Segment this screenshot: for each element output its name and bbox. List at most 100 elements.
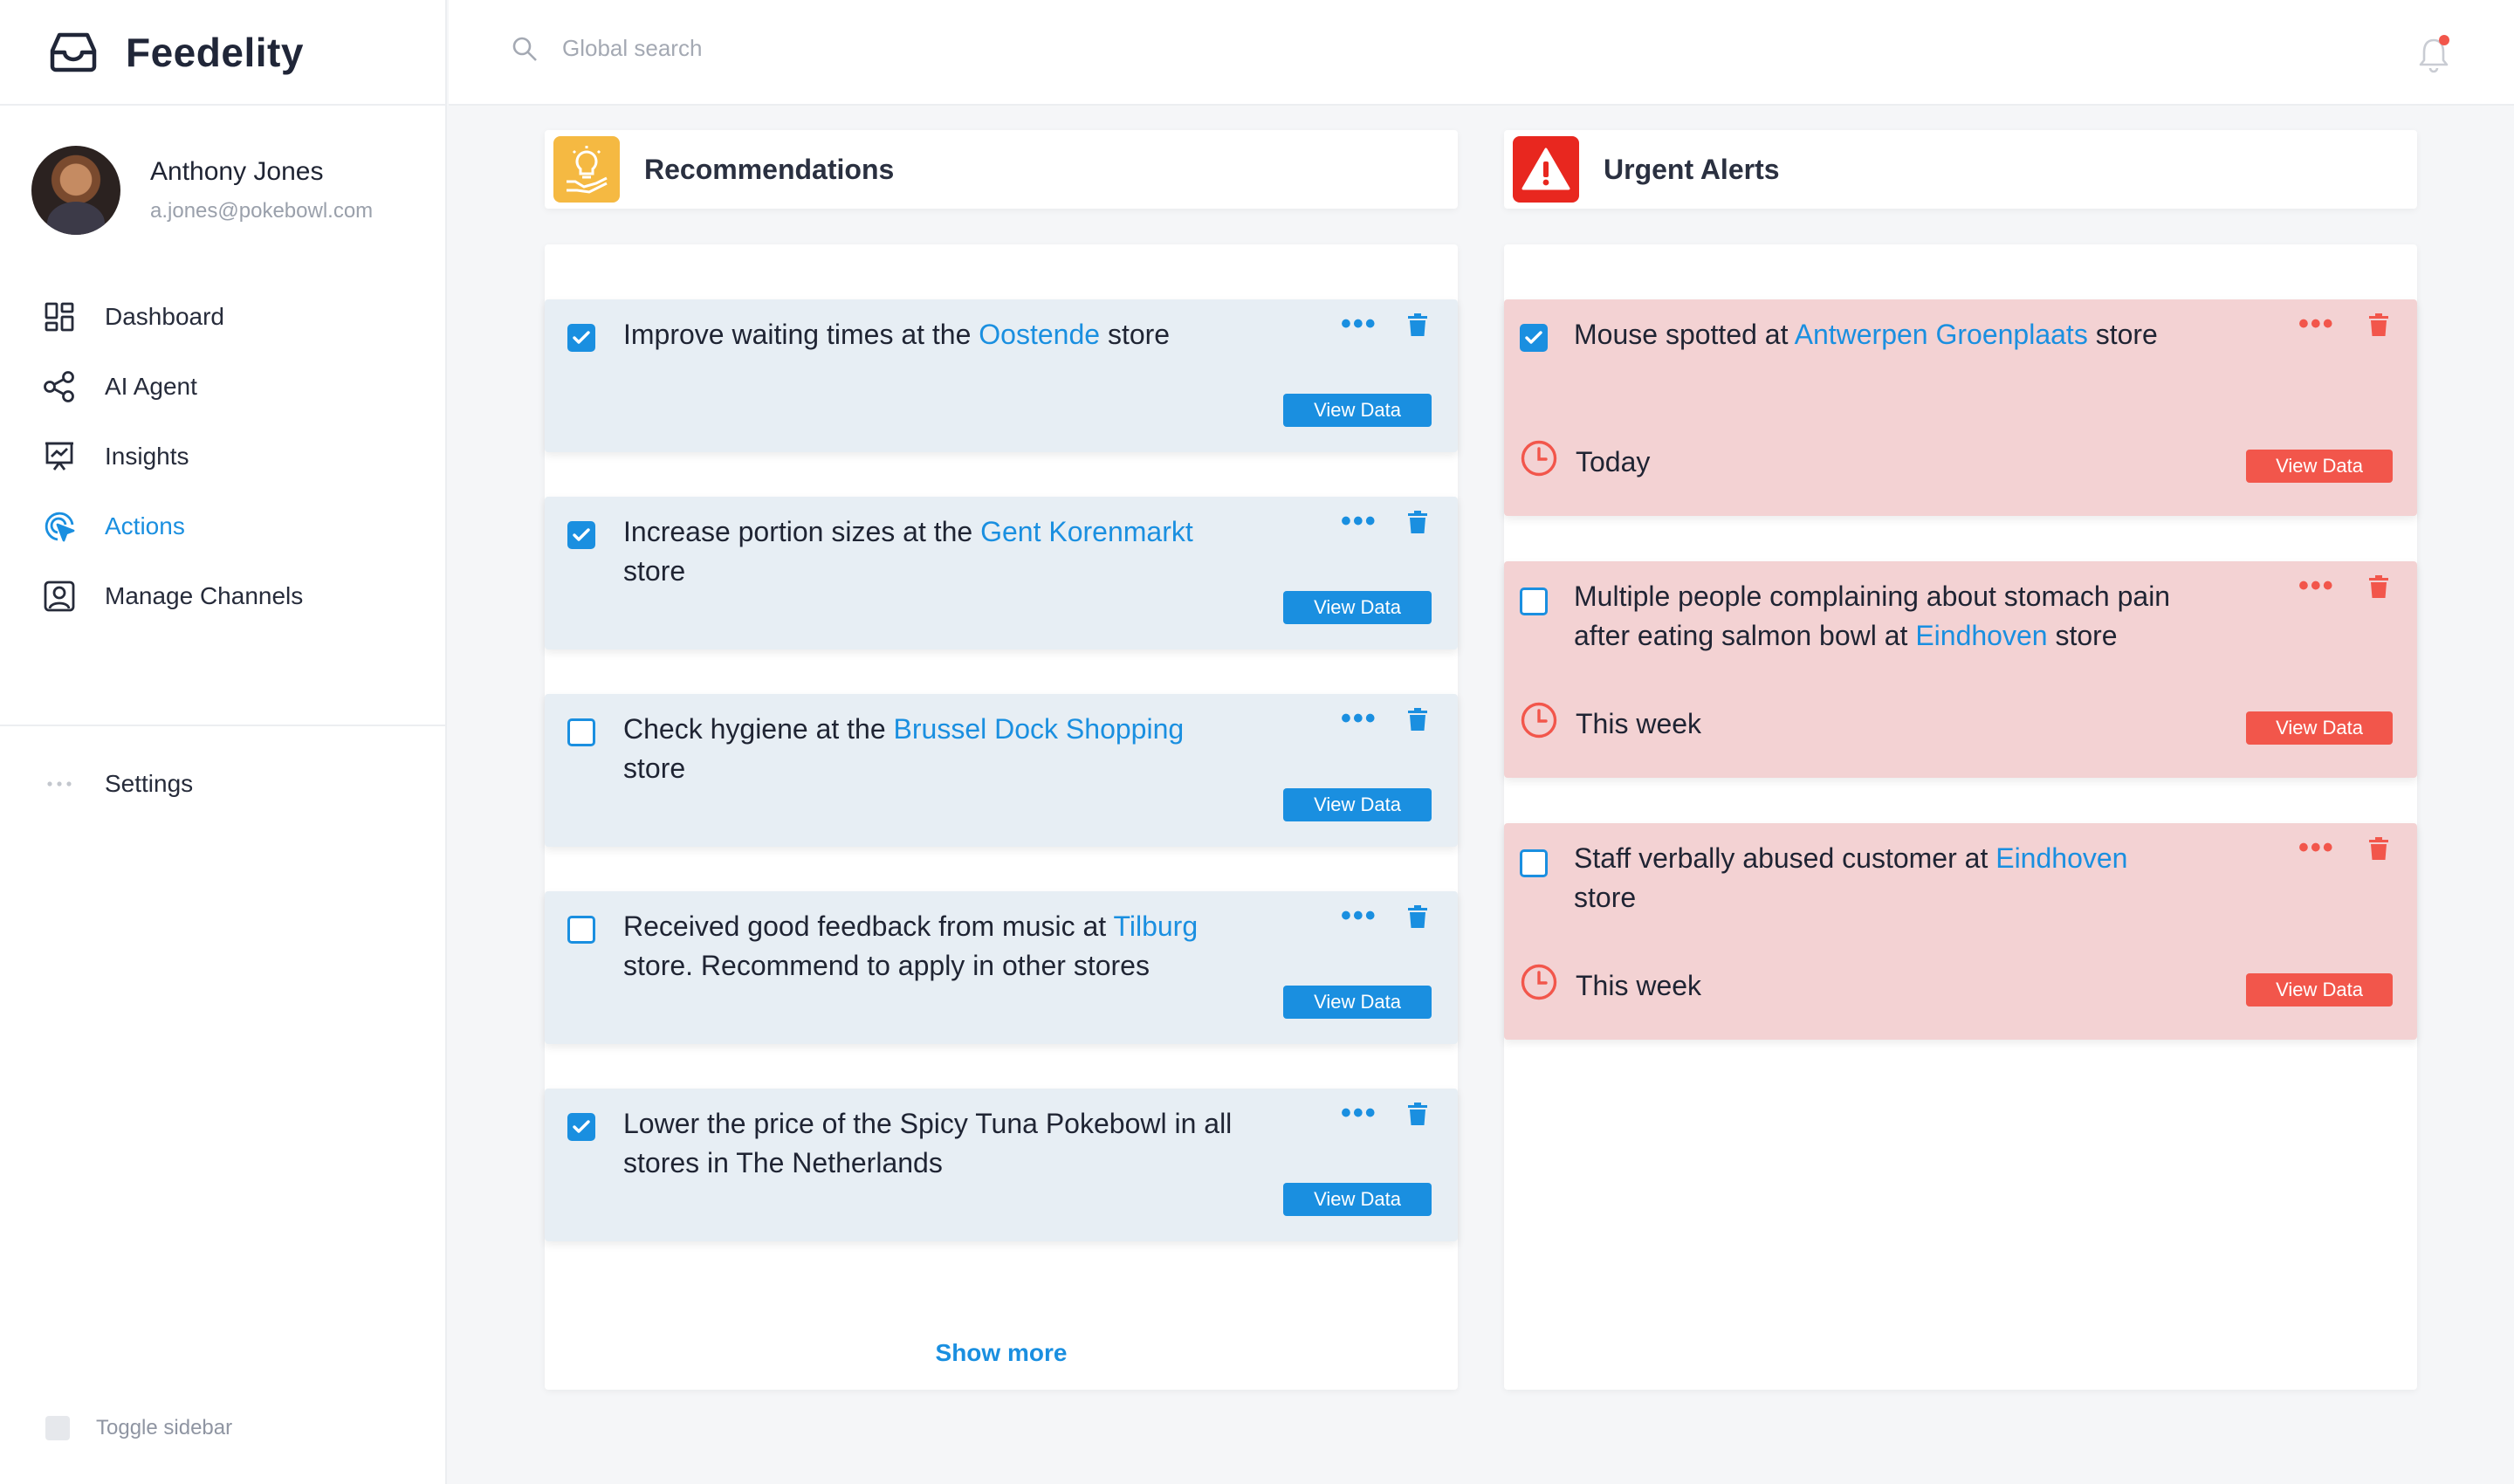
checkbox[interactable]: [567, 324, 595, 352]
alert-card[interactable]: Multiple people complaining about stomac…: [1504, 561, 2417, 778]
notification-bell-icon[interactable]: [2416, 33, 2455, 73]
store-link[interactable]: Tilburg: [1113, 910, 1198, 942]
alerts-header: Urgent Alerts: [1504, 130, 2417, 209]
card-text-post: store: [623, 555, 686, 587]
toggle-sidebar-button[interactable]: Toggle sidebar: [45, 1416, 232, 1440]
checkbox[interactable]: [567, 718, 595, 746]
view-data-button[interactable]: View Data: [1283, 591, 1432, 624]
view-data-button[interactable]: View Data: [1283, 788, 1432, 821]
avatar: [31, 146, 120, 235]
clock-icon: [1520, 701, 1576, 746]
checkbox[interactable]: [567, 916, 595, 944]
card-text-pre: Improve waiting times at the: [623, 319, 979, 350]
alerts-panel: Mouse spotted at Antwerpen Groenplaats s…: [1504, 244, 2417, 1390]
nav-item-insights[interactable]: Insights: [0, 422, 445, 491]
store-link[interactable]: Eindhoven: [1915, 620, 2047, 651]
view-data-button[interactable]: View Data: [1283, 394, 1432, 427]
alert-time-label: This week: [1576, 707, 1702, 739]
nav-item-ai-agent[interactable]: AI Agent: [0, 352, 445, 422]
store-link[interactable]: Brussel Dock Shopping: [894, 713, 1185, 745]
card-text-post: store. Recommend to apply in other store…: [623, 950, 1150, 981]
clock-icon: [1520, 963, 1576, 1008]
more-options-icon[interactable]: •••: [1341, 309, 1377, 339]
view-data-button[interactable]: View Data: [2246, 973, 2393, 1007]
card-text-post: store: [1100, 319, 1171, 350]
nav-item-dashboard[interactable]: Dashboard: [0, 282, 445, 352]
card-text-post: store: [623, 752, 686, 784]
more-options-icon[interactable]: •••: [1341, 1098, 1377, 1128]
cursor-target-icon: [42, 509, 77, 544]
share-nodes-icon: [42, 369, 77, 404]
view-data-button[interactable]: View Data: [2246, 450, 2393, 483]
more-options-icon[interactable]: •••: [1341, 704, 1377, 733]
checkbox[interactable]: [1520, 587, 1548, 615]
recommendation-text: Check hygiene at the Brussel Dock Shoppi…: [623, 710, 1252, 788]
alert-time: This week: [1520, 701, 1701, 746]
user-profile[interactable]: Anthony Jones a.jones@pokebowl.com: [0, 106, 445, 235]
inbox-icon: [50, 32, 97, 72]
view-data-button[interactable]: View Data: [1283, 986, 1432, 1019]
checkbox[interactable]: [567, 521, 595, 549]
app-name: Feedelity: [126, 29, 304, 75]
recommendation-card[interactable]: Lower the price of the Spicy Tuna Pokebo…: [545, 1089, 1458, 1241]
recommendation-text: Lower the price of the Spicy Tuna Pokebo…: [623, 1104, 1252, 1183]
trash-icon[interactable]: [1408, 511, 1427, 533]
alert-card[interactable]: Staff verbally abused customer at Eindho…: [1504, 823, 2417, 1040]
search-icon: [512, 37, 537, 61]
checkbox[interactable]: [567, 1113, 595, 1141]
alert-time: Today: [1520, 439, 1650, 484]
clock-icon: [1520, 439, 1576, 484]
alert-text: Staff verbally abused customer at Eindho…: [1574, 839, 2185, 917]
brand[interactable]: Feedelity: [0, 0, 445, 106]
checkbox[interactable]: [1520, 849, 1548, 877]
top-bar: [449, 0, 2514, 106]
more-options-icon[interactable]: •••: [2298, 833, 2335, 862]
alert-text: Mouse spotted at Antwerpen Groenplaats s…: [1574, 315, 2185, 354]
view-data-button[interactable]: View Data: [2246, 711, 2393, 745]
sidebar: Feedelity Anthony Jones a.jones@pokebowl…: [0, 0, 447, 1484]
trash-icon[interactable]: [1408, 1103, 1427, 1125]
card-text-pre: Check hygiene at the: [623, 713, 894, 745]
alert-text: Multiple people complaining about stomac…: [1574, 577, 2185, 656]
more-options-icon[interactable]: •••: [1341, 901, 1377, 931]
card-text-post: store: [2047, 620, 2118, 651]
store-link[interactable]: Gent Korenmarkt: [980, 516, 1193, 547]
store-link[interactable]: Oostende: [979, 319, 1100, 350]
more-options-icon[interactable]: •••: [1341, 506, 1377, 536]
alert-time: This week: [1520, 963, 1701, 1008]
nav-item-settings[interactable]: Settings: [0, 749, 445, 819]
user-email: a.jones@pokebowl.com: [150, 199, 374, 223]
trash-icon[interactable]: [2369, 837, 2388, 860]
nav-label: Insights: [105, 443, 189, 470]
show-more-link[interactable]: Show more: [545, 1339, 1458, 1367]
recommendations-panel: Improve waiting times at the Oostende st…: [545, 244, 1458, 1390]
trash-icon[interactable]: [1408, 708, 1427, 731]
trash-icon[interactable]: [2369, 575, 2388, 598]
recommendation-card[interactable]: Improve waiting times at the Oostende st…: [545, 299, 1458, 452]
more-options-icon[interactable]: •••: [2298, 571, 2335, 601]
alert-card[interactable]: Mouse spotted at Antwerpen Groenplaats s…: [1504, 299, 2417, 516]
trash-icon[interactable]: [1408, 905, 1427, 928]
card-text-pre: Received good feedback from music at: [623, 910, 1114, 942]
checkbox[interactable]: [1520, 324, 1548, 352]
search-input[interactable]: [562, 35, 1086, 62]
more-options-icon[interactable]: •••: [2298, 309, 2335, 339]
recommendation-text: Received good feedback from music at Til…: [623, 907, 1252, 986]
recommendation-card[interactable]: Received good feedback from music at Til…: [545, 891, 1458, 1044]
recommendation-card[interactable]: Increase portion sizes at the Gent Koren…: [545, 497, 1458, 649]
nav-label: Dashboard: [105, 303, 224, 330]
contact-card-icon: [42, 579, 77, 614]
nav-item-actions[interactable]: Actions: [0, 491, 445, 561]
trash-icon[interactable]: [1408, 313, 1427, 336]
recommendation-card[interactable]: Check hygiene at the Brussel Dock Shoppi…: [545, 694, 1458, 847]
nav-item-manage-channels[interactable]: Manage Channels: [0, 561, 445, 631]
store-link[interactable]: Antwerpen Groenplaats: [1795, 319, 2088, 350]
recommendations-header: Recommendations: [545, 130, 1458, 209]
store-link[interactable]: Eindhoven: [1995, 842, 2127, 874]
view-data-button[interactable]: View Data: [1283, 1183, 1432, 1216]
dashboard-icon: [42, 299, 77, 334]
alert-time-label: Today: [1576, 445, 1651, 477]
sidebar-toggle-icon: [45, 1416, 70, 1440]
sidebar-divider: [0, 725, 447, 726]
trash-icon[interactable]: [2369, 313, 2388, 336]
